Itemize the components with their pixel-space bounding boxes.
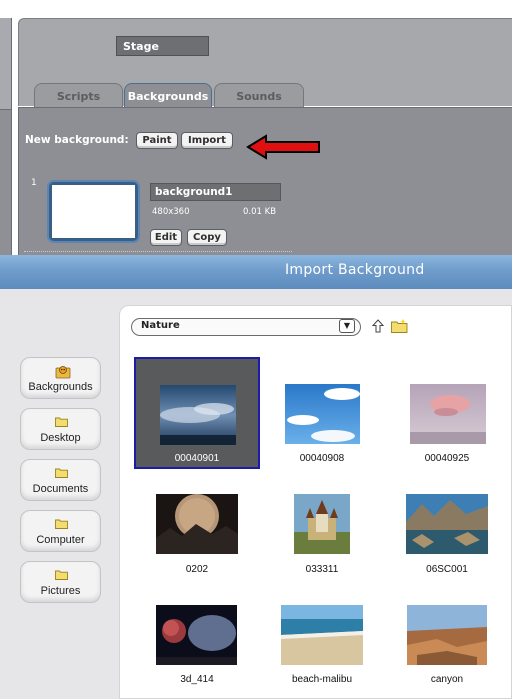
place-label: Backgrounds [28, 381, 93, 393]
folder-icon [55, 468, 68, 478]
file-thumbnail-canyon[interactable]: canyon [384, 578, 510, 690]
file-name: 06SC001 [426, 564, 468, 575]
dialog-titlebar[interactable] [0, 255, 512, 289]
file-thumbnail-0202[interactable]: 0202 [134, 466, 260, 578]
file-thumbnail-033311[interactable]: 033311 [259, 466, 385, 578]
canyon-image [407, 605, 487, 665]
costume-filesize: 0.01 KB [243, 207, 277, 217]
scratch-editor: Stage Scripts Backgrounds Sounds New bac… [0, 0, 512, 255]
dialog-title: Import Background [285, 262, 425, 278]
file-thumbnail-00040901[interactable]: 00040901 [134, 357, 260, 469]
place-documents-button[interactable]: Documents [20, 459, 101, 501]
folder-icon [55, 519, 68, 529]
import-button[interactable]: Import [181, 132, 233, 149]
moon-landscape-image [156, 494, 238, 554]
cloudy-sky-image [160, 385, 236, 445]
copy-button[interactable]: Copy [187, 229, 227, 246]
place-pictures-button[interactable]: Pictures [20, 561, 101, 603]
file-name: canyon [430, 674, 464, 685]
chevron-down-icon[interactable]: ▼ [339, 319, 355, 333]
file-thumbnail-00040908[interactable]: 00040908 [259, 357, 385, 469]
sunset-cloud-image [410, 384, 486, 444]
sprite-list-edge [0, 18, 12, 255]
file-name: 3d_414 [180, 674, 214, 685]
edit-button[interactable]: Edit [150, 229, 182, 246]
costume-thumbnail[interactable] [52, 185, 135, 238]
place-desktop-button[interactable]: Desktop [20, 408, 101, 450]
tab-sounds[interactable]: Sounds [214, 83, 304, 107]
tab-scripts[interactable]: Scripts [34, 83, 123, 107]
place-computer-button[interactable]: Computer [20, 510, 101, 552]
place-backgrounds-button[interactable]: Backgrounds [20, 357, 101, 399]
stage-name-field[interactable]: Stage [116, 36, 209, 56]
tab-backgrounds[interactable]: Backgrounds [124, 83, 212, 108]
file-thumbnail-00040925[interactable]: 00040925 [384, 357, 510, 469]
rocky-lake-image [406, 494, 488, 554]
blue-sky-image [285, 384, 360, 444]
new-folder-icon[interactable] [391, 319, 408, 333]
costume-dimensions: 480x360 [152, 207, 190, 217]
red-arrow-icon [246, 134, 320, 160]
costume-number: 1 [31, 178, 37, 188]
church-domes-image [294, 494, 350, 554]
new-background-label: New background: [25, 134, 129, 146]
place-label: Pictures [40, 585, 81, 597]
folder-icon [55, 417, 68, 427]
place-label: Documents [32, 483, 89, 495]
costume-name-field[interactable]: background1 [150, 183, 281, 201]
file-name: beach-malibu [291, 674, 353, 685]
beach-image [281, 605, 363, 665]
file-name: 00040925 [424, 453, 470, 464]
file-name: 00040908 [299, 453, 345, 464]
file-thumbnail-06SC001[interactable]: 06SC001 [384, 466, 510, 578]
scratch-cat-icon [55, 366, 71, 379]
divider [24, 251, 292, 252]
place-label: Desktop [40, 432, 81, 444]
file-thumbnail-beach-malibu[interactable]: beach-malibu [259, 578, 385, 690]
folder-icon [55, 570, 68, 580]
file-name: 0202 [185, 564, 209, 575]
file-name: 00040901 [174, 453, 220, 464]
space-planet-image [156, 605, 237, 665]
paint-button[interactable]: Paint [136, 132, 178, 149]
file-name: 033311 [305, 564, 339, 575]
file-thumbnail-3d_414[interactable]: 3d_414 [134, 578, 260, 690]
folder-dropdown-value: Nature [141, 320, 180, 331]
up-folder-icon[interactable] [371, 319, 385, 333]
place-label: Computer [36, 534, 85, 546]
